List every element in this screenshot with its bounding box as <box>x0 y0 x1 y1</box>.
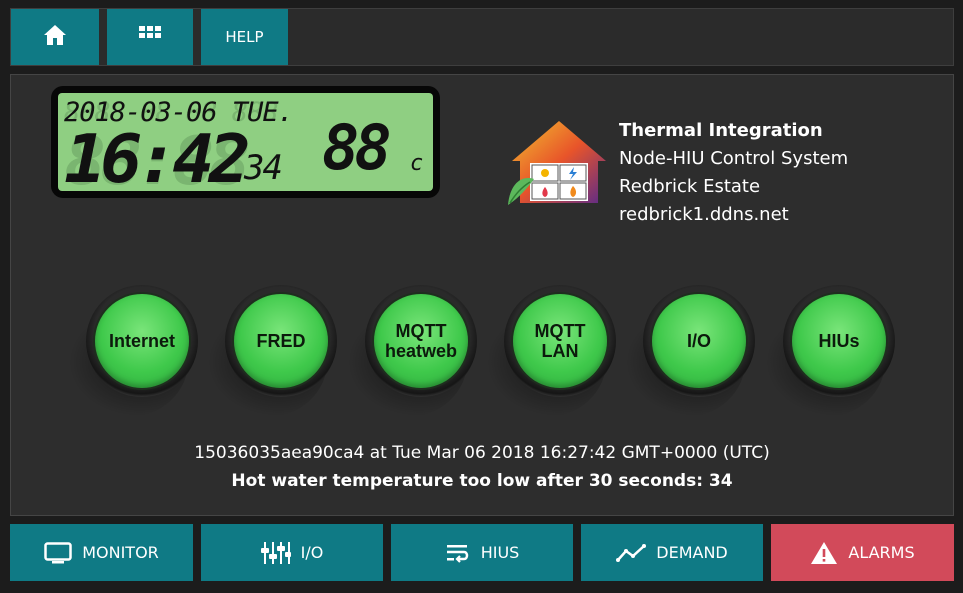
status-button-label: I/O <box>686 331 711 351</box>
status-button-label: MQTT heatweb <box>384 321 458 361</box>
apps-button[interactable] <box>107 9 193 65</box>
lcd-unit: c <box>410 151 424 176</box>
button-face: I/O <box>652 294 746 388</box>
bottom-nav: MONITOR I/O HIUS DEMAND ALARMS <box>10 524 954 582</box>
status-button-io[interactable]: I/O <box>625 285 755 417</box>
system-title: Thermal Integration <box>619 120 823 141</box>
lcd-display: 8888-88-88 888. 88:88 2018-03-06 TUE. 16… <box>58 93 433 191</box>
status-button-hius[interactable]: HIUs <box>765 285 895 417</box>
hius-label: HIUS <box>480 543 520 562</box>
system-info: Thermal Integration Node-HIU Control Sys… <box>619 117 848 229</box>
status-button-label: MQTT LAN <box>534 321 586 361</box>
io-label: I/O <box>300 543 324 562</box>
monitor-label: MONITOR <box>82 543 159 562</box>
home-button[interactable] <box>11 9 99 65</box>
monitor-icon <box>44 541 72 564</box>
lcd-temperature: 88 <box>322 111 392 184</box>
button-face: HIUs <box>792 294 886 388</box>
monitor-button[interactable]: MONITOR <box>10 524 193 581</box>
status-button-mqtt-heatweb[interactable]: MQTT heatweb <box>347 285 477 417</box>
status-button-label: FRED <box>256 331 306 351</box>
button-face: MQTT heatweb <box>374 294 468 388</box>
grid-icon <box>139 26 161 48</box>
hius-button[interactable]: HIUS <box>391 524 573 581</box>
host-name: redbrick1.ddns.net <box>619 204 789 225</box>
help-button[interactable]: HELP <box>201 9 288 65</box>
lcd-seconds: 34 <box>244 148 283 188</box>
status-button-mqtt-lan[interactable]: MQTT LAN <box>486 285 616 417</box>
button-face: Internet <box>95 294 189 388</box>
status-button-fred[interactable]: FRED <box>207 285 337 417</box>
alarms-label: ALARMS <box>848 543 915 562</box>
button-face: MQTT LAN <box>513 294 607 388</box>
help-label: HELP <box>225 28 264 46</box>
status-button-label: Internet <box>108 331 175 351</box>
alarm-message: Hot water temperature too low after 30 s… <box>231 471 733 491</box>
lcd-time: 16:42 <box>64 120 251 191</box>
lcd-clock: 8888-88-88 888. 88:88 2018-03-06 TUE. 16… <box>51 86 440 198</box>
thermal-integration-logo <box>506 117 612 209</box>
demand-button[interactable]: DEMAND <box>581 524 763 581</box>
home-icon <box>43 24 67 50</box>
wrap-lines-icon <box>445 542 471 564</box>
system-subtitle: Node-HIU Control System <box>619 148 849 169</box>
trend-line-icon <box>616 543 647 563</box>
main-panel: 8888-88-88 888. 88:88 2018-03-06 TUE. 16… <box>10 74 954 516</box>
status-message: 15036035aea90ca4 at Tue Mar 06 2018 16:2… <box>194 443 770 463</box>
status-button-internet[interactable]: Internet <box>68 285 198 417</box>
site-name: Redbrick Estate <box>619 176 761 197</box>
io-button[interactable]: I/O <box>201 524 383 581</box>
button-face: FRED <box>234 294 328 388</box>
warning-icon <box>810 541 838 565</box>
status-button-label: HIUs <box>818 331 860 351</box>
alarms-button[interactable]: ALARMS <box>771 524 954 581</box>
top-nav: HELP <box>10 8 954 66</box>
sliders-icon <box>260 540 291 566</box>
demand-label: DEMAND <box>656 543 728 562</box>
